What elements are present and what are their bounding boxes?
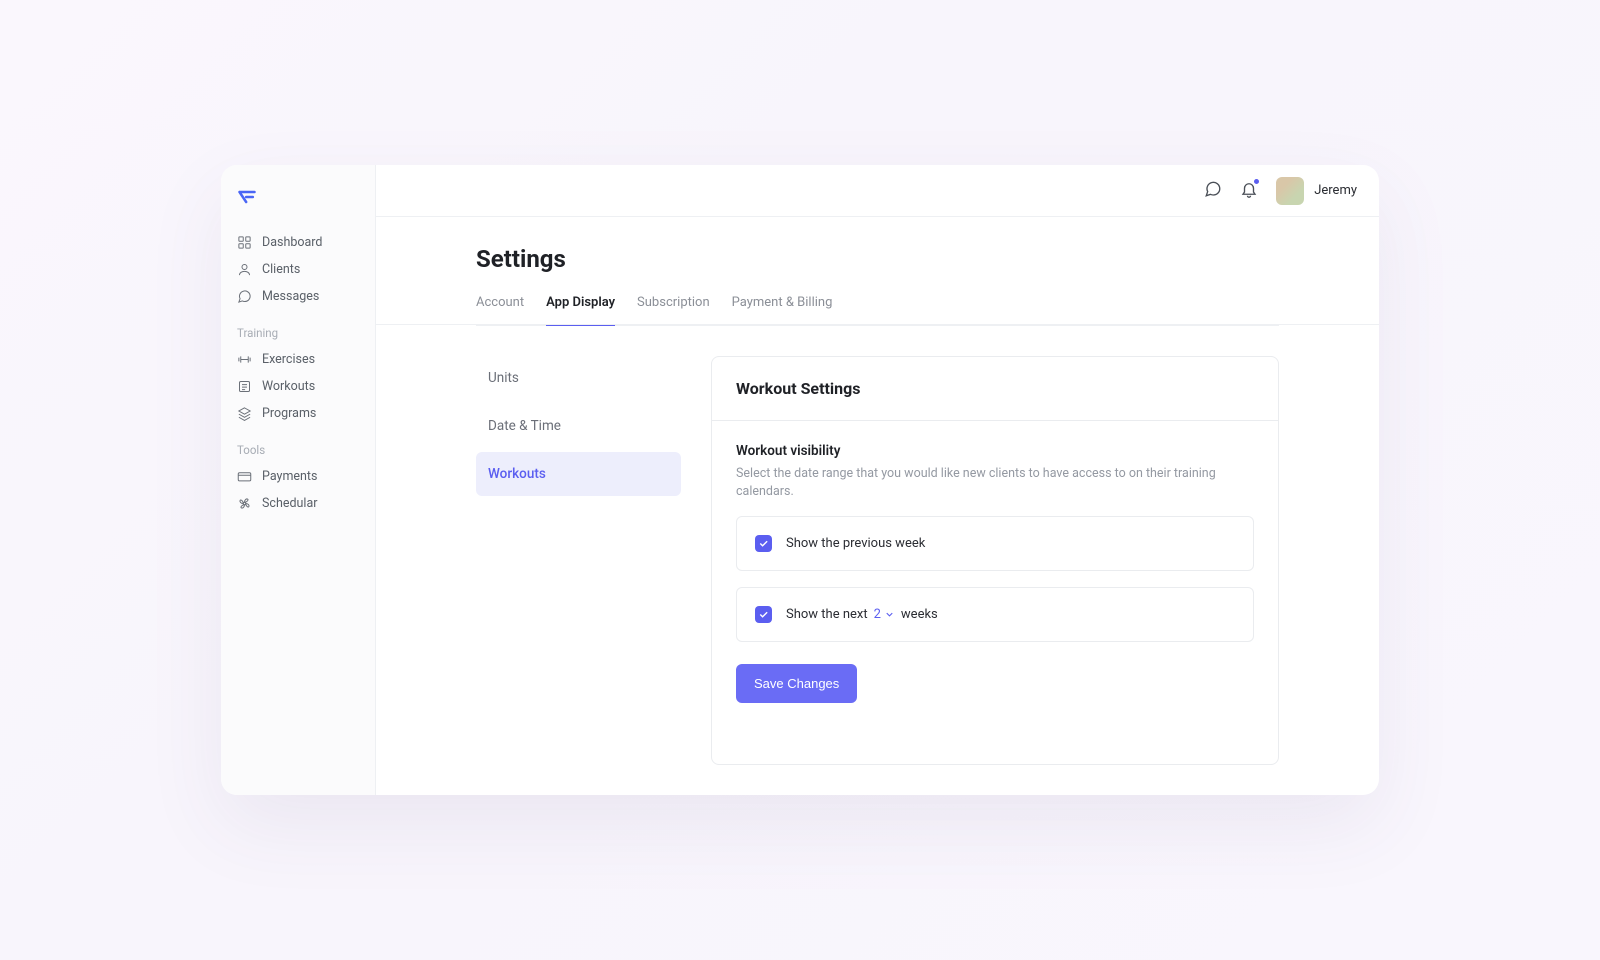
- nav-group-title: Tools: [221, 435, 375, 463]
- subnav-date-time[interactable]: Date & Time: [476, 404, 681, 448]
- checkbox-prev-week[interactable]: [755, 535, 772, 552]
- notification-dot: [1253, 178, 1260, 185]
- nav-label: Workouts: [262, 379, 315, 394]
- subnav-workouts[interactable]: Workouts: [476, 452, 681, 496]
- weeks-value: 2: [874, 607, 881, 622]
- user-menu[interactable]: Jeremy: [1276, 177, 1357, 205]
- user-icon: [237, 262, 252, 277]
- nav-label: Payments: [262, 469, 317, 484]
- weeks-select[interactable]: 2: [874, 607, 895, 622]
- bell-icon[interactable]: [1240, 180, 1258, 202]
- nav-label: Messages: [262, 289, 319, 304]
- settings-tabs: Account App Display Subscription Payment…: [476, 295, 1279, 326]
- nav-group-main: Dashboard Clients Messages: [221, 229, 375, 318]
- nav-group-title: Training: [221, 318, 375, 346]
- tab-subscription[interactable]: Subscription: [637, 295, 710, 326]
- username: Jeremy: [1314, 183, 1357, 198]
- nav-group-tools: Tools Payments Schedular: [221, 435, 375, 525]
- list-icon: [237, 379, 252, 394]
- main-area: Jeremy Settings Account App Display Subs…: [376, 165, 1379, 795]
- dumbbell-icon: [237, 352, 252, 367]
- nav-item-messages[interactable]: Messages: [221, 283, 375, 310]
- nav-item-clients[interactable]: Clients: [221, 256, 375, 283]
- nav-item-dashboard[interactable]: Dashboard: [221, 229, 375, 256]
- app-logo: [221, 187, 375, 229]
- nav-item-exercises[interactable]: Exercises: [221, 346, 375, 373]
- panel-body: Workout visibility Select the date range…: [712, 421, 1278, 725]
- label-after: weeks: [901, 607, 938, 622]
- nav-item-payments[interactable]: Payments: [221, 463, 375, 490]
- option-prev-week: Show the previous week: [736, 516, 1254, 571]
- chat-icon[interactable]: [1204, 180, 1222, 202]
- tab-app-display[interactable]: App Display: [546, 295, 615, 326]
- nav-label: Clients: [262, 262, 300, 277]
- fan-icon: [237, 496, 252, 511]
- option-label: Show the next 2 weeks: [786, 607, 938, 622]
- option-label: Show the previous week: [786, 536, 925, 551]
- nav-item-programs[interactable]: Programs: [221, 400, 375, 427]
- grid-icon: [237, 235, 252, 250]
- nav-group-training: Training Exercises Workouts Programs: [221, 318, 375, 435]
- page-title: Settings: [476, 245, 1279, 273]
- checkbox-next-weeks[interactable]: [755, 606, 772, 623]
- sidebar: Dashboard Clients Messages Training: [221, 165, 376, 795]
- layers-icon: [237, 406, 252, 421]
- panel-header: Workout Settings: [712, 357, 1278, 421]
- section-title: Workout visibility: [736, 443, 1254, 459]
- label-before: Show the next: [786, 607, 868, 622]
- tab-account[interactable]: Account: [476, 295, 524, 326]
- content: Units Date & Time Workouts Workout Setti…: [376, 326, 1379, 795]
- page-header: Settings Account App Display Subscriptio…: [376, 217, 1379, 326]
- topbar: Jeremy: [376, 165, 1379, 217]
- section-desc: Select the date range that you would lik…: [736, 465, 1254, 500]
- app-window: Dashboard Clients Messages Training: [221, 165, 1379, 795]
- settings-panel: Workout Settings Workout visibility Sele…: [711, 356, 1279, 765]
- nav-item-workouts[interactable]: Workouts: [221, 373, 375, 400]
- tab-payment-billing[interactable]: Payment & Billing: [732, 295, 833, 326]
- nav-label: Programs: [262, 406, 316, 421]
- subnav-units[interactable]: Units: [476, 356, 681, 400]
- option-next-weeks: Show the next 2 weeks: [736, 587, 1254, 642]
- credit-card-icon: [237, 469, 252, 484]
- nav-label: Exercises: [262, 352, 315, 367]
- chevron-down-icon: [884, 609, 895, 620]
- avatar: [1276, 177, 1304, 205]
- save-button[interactable]: Save Changes: [736, 664, 857, 703]
- panel-title: Workout Settings: [736, 379, 1254, 398]
- nav-label: Schedular: [262, 496, 318, 511]
- nav-label: Dashboard: [262, 235, 322, 250]
- subnav: Units Date & Time Workouts: [476, 356, 681, 765]
- chat-icon: [237, 289, 252, 304]
- nav-item-schedular[interactable]: Schedular: [221, 490, 375, 517]
